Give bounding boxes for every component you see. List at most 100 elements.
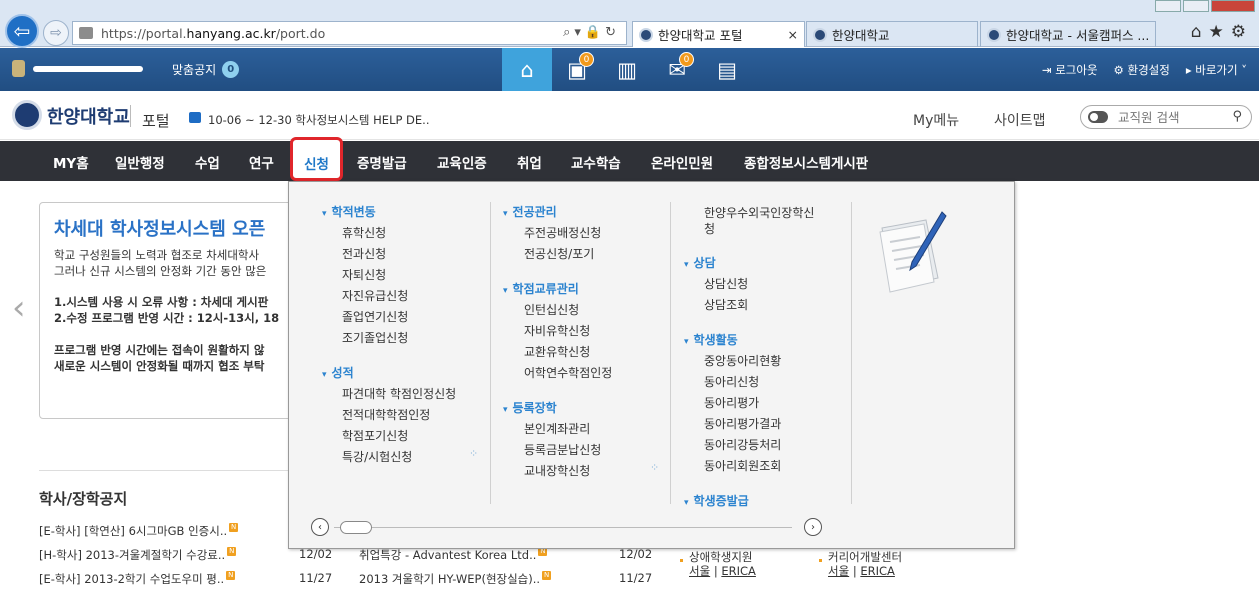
job-notice-row[interactable]: 취업특강 - Advantest Korea Ltd.. N (359, 547, 548, 563)
nav-item-edu-cert[interactable]: 교육인증 (437, 152, 487, 172)
nav-item-info-board[interactable]: 종합정보시스템게시판 (744, 152, 868, 172)
menu-scroll-thumb[interactable] (340, 521, 372, 534)
menu-heading-student-id[interactable]: 학생증발급 (684, 492, 749, 509)
tab-hanyang-portal[interactable]: 한양대학교 포털 × (632, 21, 805, 47)
close-window-button[interactable] (1211, 0, 1255, 12)
notice-row[interactable]: [E-학사] [학연산] 6시그마GB 인증시.. N (39, 523, 239, 539)
nav-item-online-civil[interactable]: 온라인민원 (651, 152, 713, 172)
menu-item[interactable]: 학점포기신청 (342, 427, 408, 444)
menu-item[interactable]: 휴학신청 (342, 224, 386, 241)
menu-item[interactable]: 자진유급신청 (342, 287, 408, 304)
menu-heading-major[interactable]: 전공관리 (503, 203, 557, 220)
back-icon: ⇦ (13, 19, 31, 43)
menu-scroll-next-button[interactable]: › (804, 518, 822, 536)
tab-close-icon[interactable]: × (788, 27, 798, 42)
menu-heading-grades[interactable]: 성적 (322, 364, 354, 381)
link-erica[interactable]: ERICA (721, 564, 756, 578)
menu-item[interactable]: 어학연수학점인정 (524, 364, 612, 381)
menu-item[interactable]: 특강/시험신청 (342, 448, 412, 465)
menu-item[interactable]: 자퇴신청 (342, 266, 386, 283)
quick-board-button[interactable]: ▤ (702, 48, 752, 91)
tab-hanyang[interactable]: 한양대학교 (806, 21, 978, 47)
search-icon[interactable]: ⚲ (1232, 109, 1242, 124)
menu-item[interactable]: 교환유학신청 (524, 343, 590, 360)
logout-link[interactable]: ⇥ 로그아웃 (1042, 62, 1098, 78)
menu-heading-tuition-scholarship[interactable]: 등록장학 (503, 399, 557, 416)
star-icon[interactable]: ★ (1209, 22, 1231, 42)
link-erica[interactable]: ERICA (860, 564, 895, 578)
menu-item[interactable]: 자비유학신청 (524, 322, 590, 339)
menu-item[interactable]: 전적대학학점인정 (342, 406, 430, 423)
back-button[interactable]: ⇦ (5, 14, 39, 48)
nav-item-employment[interactable]: 취업 (517, 152, 542, 172)
menu-item[interactable]: 파견대학 학점인정신청 (342, 385, 456, 402)
menu-item[interactable]: 주전공배정신청 (524, 224, 601, 241)
custom-notice-link[interactable]: 맞춤공지 0 (172, 61, 240, 78)
nav-item-admin[interactable]: 일반행정 (115, 152, 165, 172)
minimize-button[interactable] (1155, 0, 1181, 12)
mymenu-link[interactable]: My메뉴 (913, 110, 959, 130)
job-notice-row[interactable]: 2013 겨울학기 HY-WEP(현장실습).. N (359, 571, 552, 587)
more-icon[interactable]: ⁘ (469, 447, 478, 460)
quick-home-button[interactable]: ⌂ (502, 48, 552, 91)
tab-hanyang-seoul[interactable]: 한양대학교 - 서울캠퍼스 ... (980, 21, 1156, 47)
announcement-ticker[interactable]: 10-06 ~ 12-30 학사정보시스템 HELP DE.. (208, 112, 430, 128)
nav-item-teaching[interactable]: 교수학습 (571, 152, 621, 172)
address-tools[interactable]: ⌕▾🔒↻ (563, 25, 620, 40)
menu-item[interactable]: 전공신청/포기 (524, 245, 594, 262)
notice-banner[interactable]: 차세대 학사정보시스템 오픈 학교 구성원들의 노력과 협조로 차세대학사 그러… (39, 202, 299, 419)
home-icon[interactable]: ⌂ (1191, 22, 1209, 42)
nav-item-research[interactable]: 연구 (249, 152, 274, 172)
notice-row[interactable]: [E-학사] 2013-2학기 수업도우미 평.. N (39, 571, 236, 587)
menu-item[interactable]: 인턴십신청 (524, 301, 579, 318)
menu-item[interactable]: 동아리회원조회 (704, 457, 781, 474)
more-icon[interactable]: ⁘ (650, 461, 659, 474)
menu-item[interactable]: 동아리강등처리 (704, 436, 781, 453)
link-seoul[interactable]: 서울 (689, 564, 710, 578)
address-url[interactable]: https://portal.hanyang.ac.kr/port.do (101, 26, 325, 41)
menu-heading-academic-status[interactable]: 학적변동 (322, 203, 376, 220)
logout-icon: ⇥ (1041, 63, 1056, 77)
sitemap-link[interactable]: 사이트맵 (994, 110, 1046, 130)
search-toggle[interactable] (1088, 111, 1108, 123)
menu-heading-credit-exchange[interactable]: 학점교류관리 (503, 280, 579, 297)
menu-item[interactable]: 동아리평가 (704, 394, 759, 411)
menu-item[interactable]: 전과신청 (342, 245, 386, 262)
menu-item[interactable]: 상담신청 (704, 275, 748, 292)
forward-button[interactable]: ⇨ (43, 20, 69, 46)
menu-heading-student-activity[interactable]: 학생활동 (684, 331, 738, 348)
link-seoul[interactable]: 서울 (828, 564, 849, 578)
menu-item[interactable]: 동아리평가결과 (704, 415, 781, 432)
menu-item[interactable]: 동아리신청 (704, 373, 759, 390)
menu-heading-counseling[interactable]: 상담 (684, 254, 716, 271)
notice-row[interactable]: [H-학사] 2013-겨울계절학기 수강료.. N (39, 547, 237, 563)
menu-item[interactable]: 한양우수외국인장학신 (704, 204, 814, 221)
nav-item-application-active[interactable]: 신청 (290, 137, 343, 181)
address-bar[interactable]: https://portal.hanyang.ac.kr/port.do ⌕▾🔒… (72, 21, 627, 45)
menu-item[interactable]: 졸업연기신청 (342, 308, 408, 325)
banner-prev-arrow-icon[interactable]: ‹ (12, 288, 26, 328)
quick-messenger-button[interactable]: ▣ 0 (552, 48, 602, 91)
menu-item[interactable]: 교내장학신청 (524, 462, 590, 479)
gear-icon[interactable]: ⚙ (1231, 22, 1253, 42)
menu-item[interactable]: 상담조회 (704, 296, 748, 313)
quick-stats-button[interactable]: ▥ (602, 48, 652, 91)
nav-item-myhome[interactable]: MY홈 (53, 152, 89, 172)
university-seal-logo[interactable] (12, 100, 42, 130)
menu-scroll-track[interactable] (334, 527, 792, 528)
nav-item-certificate[interactable]: 증명발급 (357, 152, 407, 172)
quick-mail-button[interactable]: ✉ 0 (652, 48, 702, 91)
menu-item[interactable]: 중앙동아리현황 (704, 352, 781, 369)
menu-item[interactable]: 본인계좌관리 (524, 420, 590, 437)
shortcut-link[interactable]: ▸ 바로가기 ˅ (1186, 62, 1247, 78)
university-logo-text[interactable]: 한양대학교 (47, 103, 130, 129)
settings-link[interactable]: ⚙ 환경설정 (1114, 62, 1170, 78)
notice-date: 11/27 (299, 571, 333, 585)
menu-item-continuation[interactable]: 청 (704, 220, 715, 237)
nav-item-class[interactable]: 수업 (195, 152, 220, 172)
menu-item[interactable]: 등록금분납신청 (524, 441, 601, 458)
menu-scroll-prev-button[interactable]: ‹ (311, 518, 329, 536)
menu-item[interactable]: 조기졸업신청 (342, 329, 408, 346)
staff-search-input[interactable] (1118, 109, 1228, 125)
maximize-button[interactable] (1183, 0, 1209, 12)
